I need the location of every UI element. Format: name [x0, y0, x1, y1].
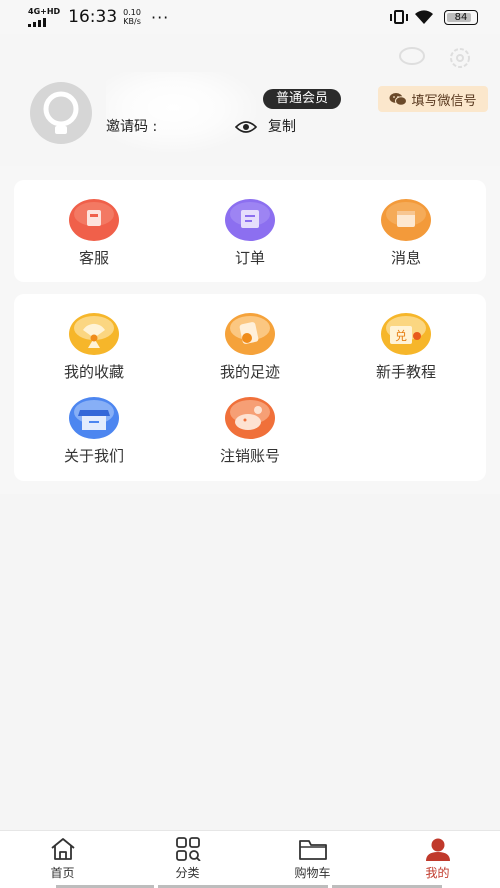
bottom-tab-bar: 首页 分类 购物车 我的 — [0, 830, 500, 888]
fill-wechat-label: 填写微信号 — [411, 93, 477, 109]
invite-code-label: 邀请码 : — [106, 119, 158, 135]
order-icon — [225, 199, 275, 241]
menu-item-label: 注销账号 — [219, 447, 280, 465]
empty-content-area — [0, 494, 500, 830]
profile-icon — [425, 838, 450, 861]
customer-service-icon — [69, 199, 119, 241]
tab-label: 购物车 — [294, 866, 331, 880]
signal-bars-icon — [28, 17, 46, 27]
menu-item-label: 关于我们 — [63, 447, 124, 465]
settings-icon[interactable] — [448, 46, 476, 68]
clock: 16:33 — [68, 7, 118, 27]
signal-indicator: 4G+HD — [28, 6, 61, 27]
tab-label: 分类 — [175, 866, 200, 880]
fill-wechat-button[interactable]: 填写微信号 — [378, 86, 488, 112]
avatar[interactable] — [30, 82, 92, 144]
category-icon — [175, 837, 201, 861]
wechat-icon — [389, 93, 408, 106]
nickname-blurred — [106, 72, 256, 152]
about-us-icon — [69, 397, 119, 439]
tab-category[interactable]: 分类 — [125, 837, 250, 881]
menu-item-label: 我的足迹 — [219, 363, 280, 381]
battery-icon: 84 — [444, 9, 478, 25]
status-bar: 4G+HD 16:33 0.10 KB/s ··· 84 — [0, 0, 500, 34]
cancel-account-icon — [225, 397, 275, 439]
footprint-icon — [225, 313, 275, 355]
tab-label: 我的 — [425, 866, 450, 880]
menu-item-label: 订单 — [234, 249, 265, 267]
menu-item-footprint[interactable]: 我的足迹 — [172, 312, 328, 382]
svg-text:兑: 兑 — [395, 329, 407, 343]
menu-item-label: 我的收藏 — [63, 363, 124, 381]
chat-icon[interactable] — [398, 46, 426, 68]
quick-menu-card: 客服 订单 消息 — [14, 180, 486, 282]
menu-item-tutorial[interactable]: 兑 新手教程 — [328, 312, 484, 382]
battery-level: 84 — [454, 11, 468, 23]
copy-invite-code-button[interactable]: 复制 — [268, 116, 296, 136]
network-speed: 0.10 KB/s — [123, 8, 141, 26]
tab-profile[interactable]: 我的 — [375, 837, 500, 881]
network-type: 4G+HD — [28, 6, 61, 16]
menu-item-cancel-account[interactable]: 注销账号 — [172, 396, 328, 466]
more-menu-card: 我的收藏 我的足迹 兑 新手教程 关于我们 注销账号 — [14, 294, 486, 481]
speed-unit: KB/s — [123, 17, 141, 26]
menu-item-favorites[interactable]: 我的收藏 — [16, 312, 172, 382]
member-level-badge: 普通会员 — [263, 89, 341, 109]
more-notifications: ··· — [150, 7, 170, 27]
wifi-icon — [415, 9, 433, 24]
menu-item-about-us[interactable]: 关于我们 — [16, 396, 172, 466]
menu-item-messages[interactable]: 消息 — [328, 198, 484, 268]
menu-item-label: 客服 — [78, 249, 109, 267]
tutorial-icon: 兑 — [381, 313, 431, 355]
home-icon — [50, 838, 75, 860]
menu-item-label: 新手教程 — [375, 363, 436, 381]
menu-item-orders[interactable]: 订单 — [172, 198, 328, 268]
speed-value: 0.10 — [123, 8, 141, 17]
profile-header: 普通会员 邀请码 : 复制 填写微信号 — [0, 34, 500, 166]
menu-item-customer-service[interactable]: 客服 — [16, 198, 172, 268]
tab-home[interactable]: 首页 — [0, 837, 125, 881]
message-icon — [381, 199, 431, 241]
cart-icon — [298, 840, 327, 860]
favorites-icon — [69, 313, 119, 355]
eye-icon[interactable] — [234, 119, 258, 138]
tab-label: 首页 — [50, 866, 75, 880]
vibrate-icon — [390, 10, 408, 24]
tab-cart[interactable]: 购物车 — [250, 837, 375, 881]
menu-item-label: 消息 — [390, 249, 421, 267]
